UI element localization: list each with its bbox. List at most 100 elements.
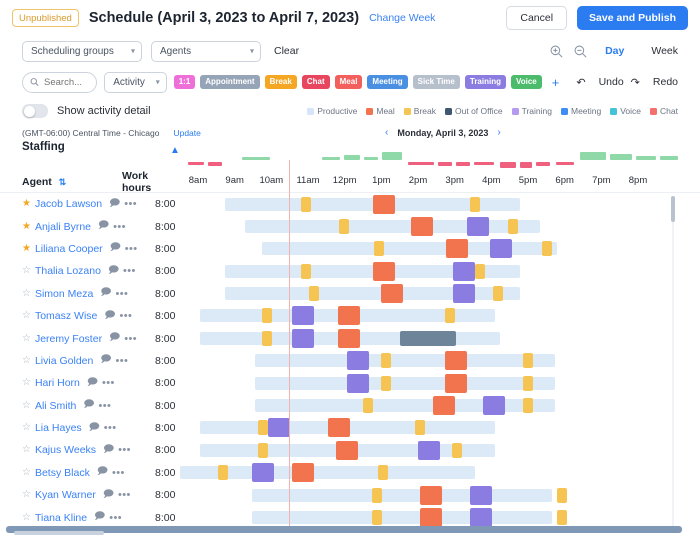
activity-segment-meal[interactable]	[381, 284, 403, 304]
timeline-lane[interactable]	[180, 238, 675, 260]
activity-segment-training[interactable]	[490, 239, 512, 259]
activity-segment-training[interactable]	[292, 306, 314, 326]
comment-icon[interactable]: 🗩	[103, 487, 114, 504]
activity-chip-meal[interactable]: Meal	[334, 75, 363, 89]
activity-segment-training[interactable]	[292, 328, 314, 348]
comment-icon[interactable]: 🗩	[94, 509, 105, 526]
star-outline-icon[interactable]: ☆	[22, 333, 31, 344]
shift-bar[interactable]	[262, 242, 557, 256]
shift-bar[interactable]	[255, 376, 555, 390]
agent-name-cell[interactable]: ★ Liliana Cooper 🗩 •••	[22, 238, 138, 260]
vertical-scrollbar-thumb[interactable]	[671, 196, 675, 222]
agent-name-label[interactable]: Hari Horn	[35, 377, 80, 389]
table-row[interactable]: ☆ Tomasz Wise 🗩 ••• 8:00	[0, 305, 700, 327]
agent-name-cell[interactable]: ★ Jacob Lawson 🗩 •••	[22, 193, 137, 215]
cancel-button[interactable]: Cancel	[506, 6, 568, 30]
timeline-lane[interactable]	[180, 462, 675, 484]
shift-bar[interactable]	[255, 354, 555, 368]
agent-name-label[interactable]: Anjali Byrne	[35, 221, 91, 233]
timeline-lane[interactable]	[180, 350, 675, 372]
activity-chip-sick-time[interactable]: Sick Time	[412, 75, 460, 89]
activity-segment-break[interactable]	[363, 398, 373, 414]
activity-segment-break[interactable]	[301, 196, 311, 212]
activity-segment-meal[interactable]	[445, 373, 467, 393]
search-input[interactable]	[44, 76, 97, 88]
activity-segment-training[interactable]	[470, 507, 492, 527]
agent-name-label[interactable]: Tomasz Wise	[35, 310, 97, 322]
change-week-link[interactable]: Change Week	[369, 12, 435, 24]
row-menu-icon[interactable]: •••	[124, 333, 137, 345]
activity-segment-break[interactable]	[381, 375, 391, 391]
comment-icon[interactable]: 🗩	[108, 263, 119, 280]
table-row[interactable]: ☆ Ali Smith 🗩 ••• 8:00	[0, 395, 700, 417]
comment-icon[interactable]: 🗩	[103, 442, 114, 459]
comment-icon[interactable]: 🗩	[104, 308, 115, 325]
activity-segment-break[interactable]	[374, 241, 384, 257]
activity-segment-training[interactable]	[483, 396, 505, 416]
star-filled-icon[interactable]: ★	[22, 243, 31, 254]
timeline-lane[interactable]	[180, 372, 675, 394]
row-menu-icon[interactable]: •••	[118, 444, 131, 456]
timeline-lane[interactable]	[180, 305, 675, 327]
activity-segment-break[interactable]	[372, 509, 382, 525]
activity-segment-training[interactable]	[347, 351, 369, 371]
activity-segment-break[interactable]	[445, 308, 455, 324]
table-row[interactable]: ☆ Kyan Warner 🗩 ••• 8:00	[0, 484, 700, 506]
activity-segment-break[interactable]	[523, 353, 533, 369]
activity-segment-meal[interactable]	[446, 239, 468, 259]
activity-segment-break[interactable]	[381, 353, 391, 369]
star-outline-icon[interactable]: ☆	[22, 467, 31, 478]
scheduling-groups-select[interactable]: Scheduling groups ▾	[22, 40, 142, 62]
agent-name-cell[interactable]: ☆ Betsy Black 🗩 •••	[22, 462, 125, 484]
undo-button[interactable]: ↶ Undo	[576, 76, 623, 89]
row-menu-icon[interactable]: •••	[102, 377, 115, 389]
row-menu-icon[interactable]: •••	[120, 310, 133, 322]
comment-icon[interactable]: 🗩	[109, 196, 120, 213]
table-row[interactable]: ★ Anjali Byrne 🗩 ••• 8:00	[0, 215, 700, 237]
comment-icon[interactable]: 🗩	[100, 352, 111, 369]
agent-name-label[interactable]: Jeremy Foster	[35, 333, 102, 345]
agent-name-label[interactable]: Livia Golden	[35, 355, 93, 367]
activity-segment-break[interactable]	[258, 420, 268, 436]
agent-name-label[interactable]: Lia Hayes	[35, 422, 82, 434]
activity-segment-meal[interactable]	[338, 306, 360, 326]
activity-segment-break[interactable]	[218, 465, 228, 481]
agent-name-cell[interactable]: ☆ Lia Hayes 🗩 •••	[22, 417, 117, 439]
activity-segment-meal[interactable]	[292, 463, 314, 483]
activity-segment-break[interactable]	[301, 263, 311, 279]
agent-name-label[interactable]: Thalia Lozano	[35, 265, 101, 277]
activity-segment-break[interactable]	[372, 487, 382, 503]
activity-segment-meal[interactable]	[420, 485, 442, 505]
agent-name-cell[interactable]: ☆ Hari Horn 🗩 •••	[22, 372, 115, 394]
agent-name-cell[interactable]: ☆ Kyan Warner 🗩 •••	[22, 484, 131, 506]
timezone-update-link[interactable]: Update	[173, 128, 200, 138]
clear-filters-link[interactable]: Clear	[274, 45, 299, 57]
activity-select[interactable]: Activity ▾	[104, 71, 167, 93]
row-menu-icon[interactable]: •••	[124, 198, 137, 210]
timeline-lane[interactable]	[180, 260, 675, 282]
agent-name-label[interactable]: Kajus Weeks	[35, 444, 96, 456]
activity-segment-meal[interactable]	[445, 351, 467, 371]
sort-icon[interactable]: ⇅	[59, 177, 67, 187]
activity-segment-break[interactable]	[523, 375, 533, 391]
agent-name-label[interactable]: Liliana Cooper	[35, 243, 103, 255]
agent-name-label[interactable]: Simon Meza	[35, 288, 93, 300]
table-row[interactable]: ★ Jacob Lawson 🗩 ••• 8:00	[0, 193, 700, 215]
activity-segment-break[interactable]	[475, 263, 485, 279]
activity-segment-training[interactable]	[268, 418, 290, 438]
table-row[interactable]: ☆ Jeremy Foster 🗩 ••• 8:00	[0, 327, 700, 349]
row-menu-icon[interactable]: •••	[118, 489, 131, 501]
activity-segment-break[interactable]	[493, 286, 503, 302]
timeline-lane[interactable]	[180, 395, 675, 417]
activity-segment-training[interactable]	[347, 373, 369, 393]
star-outline-icon[interactable]: ☆	[22, 266, 31, 276]
next-day-button[interactable]: ›	[497, 127, 500, 138]
activity-chip-meeting[interactable]: Meeting	[367, 75, 408, 89]
view-day-button[interactable]: Day	[605, 45, 624, 57]
zoom-out-icon[interactable]	[573, 44, 588, 59]
agent-name-cell[interactable]: ☆ Livia Golden 🗩 •••	[22, 350, 128, 372]
agent-name-cell[interactable]: ☆ Thalia Lozano 🗩 •••	[22, 260, 136, 282]
activity-segment-break[interactable]	[523, 398, 533, 414]
star-outline-icon[interactable]: ☆	[22, 355, 31, 366]
agents-select[interactable]: Agents ▾	[151, 40, 261, 62]
